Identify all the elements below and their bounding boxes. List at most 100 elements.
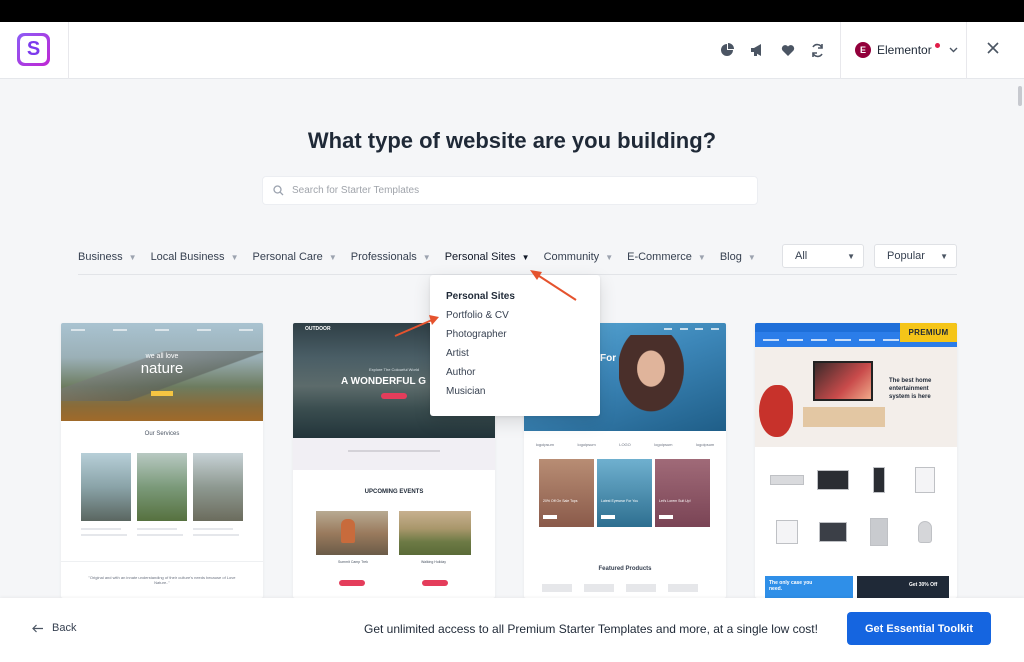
tab-label: Personal Sites <box>444 251 516 263</box>
close-icon[interactable] <box>986 41 1004 59</box>
back-button[interactable]: Back <box>32 622 76 634</box>
chevron-down-icon <box>949 47 958 53</box>
promo-tile: Latest Eyewear For You <box>597 459 652 527</box>
tab-label: Blog <box>719 251 742 263</box>
text-line <box>137 528 177 530</box>
search-input[interactable] <box>292 185 732 196</box>
hero-text: The best home entertainment system is he… <box>889 378 932 400</box>
template-preview-hero: The best home entertainment system is he… <box>755 347 957 447</box>
starter-templates-logo[interactable]: S <box>17 33 50 66</box>
events-heading: UPCOMING EVENTS <box>364 489 424 495</box>
heart-icon[interactable] <box>779 41 797 59</box>
dropdown-item-photographer[interactable]: Photographer <box>446 329 600 348</box>
tab-professionals[interactable]: Professionals ▼ <box>351 244 431 270</box>
promo-banner: Get 30% Off <box>857 576 949 598</box>
tab-personal-sites[interactable]: Personal Sites ▼ <box>444 244 530 276</box>
top-black-bar <box>0 0 1024 22</box>
category-tabs: Business ▼ Local Business ▼ Personal Care ▼… <box>78 244 770 276</box>
text-line <box>81 528 121 530</box>
intro-band <box>293 438 495 470</box>
brand-logo: LOGO <box>619 441 631 447</box>
product-thumb <box>668 584 698 592</box>
header-divider <box>966 22 967 79</box>
promo-banner: The only case you need. <box>765 576 853 598</box>
tab-label: Professionals <box>350 251 417 263</box>
template-preview-nav <box>664 328 719 331</box>
dropdown-item-artist[interactable]: Artist <box>446 348 600 367</box>
promo-tile-text: Let's Lorem Suit Up! <box>659 499 691 503</box>
footer-bar: Back Get unlimited access to all Premium… <box>0 598 1024 662</box>
page-builder-label: Elementor <box>877 43 932 57</box>
template-card-nature[interactable]: we all love nature Our Services "Origina… <box>61 323 263 598</box>
cabinet-shape <box>803 407 885 427</box>
sync-icon[interactable] <box>808 41 826 59</box>
product-thumb <box>542 584 572 592</box>
elementor-icon: E <box>855 42 871 58</box>
tv-shape <box>813 361 873 401</box>
sort-select[interactable]: Popular ▼ <box>874 244 957 268</box>
tab-business[interactable]: Business ▼ <box>78 244 137 270</box>
text-line <box>81 534 127 536</box>
event-caption: Summit Camp Trek <box>338 560 368 564</box>
event-image <box>399 511 471 555</box>
section-separator <box>61 561 263 562</box>
tab-local-business[interactable]: Local Business ▼ <box>151 244 239 270</box>
logo-area: S <box>0 22 69 79</box>
hiker-shape <box>341 519 355 543</box>
hero-headline: A WONDERFUL G <box>341 376 426 387</box>
hero-text: For <box>600 353 617 364</box>
product-thumb <box>861 515 897 549</box>
event-button-shape <box>339 580 365 586</box>
chevron-down-icon: ▼ <box>747 252 756 262</box>
get-essential-toolkit-button[interactable]: Get Essential Toolkit <box>847 612 991 645</box>
hero-button-shape <box>381 393 407 399</box>
product-thumb <box>815 463 851 497</box>
service-image <box>193 453 243 521</box>
dropdown-item-portfolio-cv[interactable]: Portfolio & CV <box>446 310 600 329</box>
template-preview-nav <box>71 329 253 335</box>
search-box[interactable] <box>262 176 758 205</box>
brand-logos-row: logoipsum logoipsum LOGO logoipsum logoi… <box>524 433 726 455</box>
tab-personal-care[interactable]: Personal Care ▼ <box>252 244 336 270</box>
header-divider <box>840 22 841 79</box>
template-logo-text: OUTDOOR <box>305 326 331 332</box>
scrollbar-thumb[interactable] <box>1018 86 1022 106</box>
product-thumb <box>584 584 614 592</box>
dropdown-item-musician[interactable]: Musician <box>446 386 600 405</box>
tab-blog[interactable]: Blog ▼ <box>720 244 756 270</box>
text-line <box>193 534 239 536</box>
testimonial-quote: "Original and with an innate understandi… <box>88 575 236 585</box>
text-line <box>137 534 183 536</box>
promo-tile-text: 20% Off On Sale Tops <box>543 499 578 503</box>
promo-tile-text: Latest Eyewear For You <box>601 499 639 503</box>
hero-small-text: we all love <box>145 353 179 360</box>
brand-logo: logoipsum <box>654 441 673 447</box>
chevron-down-icon: ▼ <box>422 252 431 262</box>
event-button-shape <box>422 580 448 586</box>
chevron-down-icon: ▼ <box>940 251 948 261</box>
promo-text: Get unlimited access to all Premium Star… <box>364 622 818 636</box>
dropdown-item-author[interactable]: Author <box>446 367 600 386</box>
megaphone-icon[interactable] <box>748 41 766 59</box>
arrow-left-icon <box>32 624 43 632</box>
tab-label: Business <box>78 251 123 263</box>
promo-tile-button <box>659 515 673 519</box>
pie-chart-icon[interactable] <box>718 41 736 59</box>
product-thumb <box>861 463 897 497</box>
template-card-electronics[interactable]: PREMIUM The best home entertainment syst… <box>755 323 957 598</box>
header: S E Elementor <box>0 22 1024 79</box>
chevron-down-icon: ▼ <box>847 251 855 261</box>
page-title: What type of website are you building? <box>307 128 717 153</box>
promo-tile-button <box>543 515 557 519</box>
promo-banner-text: The only case you need. <box>769 580 813 592</box>
page-builder-selector[interactable]: E Elementor <box>855 39 958 61</box>
tab-community[interactable]: Community ▼ <box>544 244 614 270</box>
decor-shape <box>759 385 793 437</box>
type-filter-select[interactable]: All ▼ <box>782 244 864 268</box>
dropdown-heading[interactable]: Personal Sites <box>446 291 600 310</box>
tab-label: Personal Care <box>252 251 323 263</box>
chevron-down-icon: ▼ <box>128 252 137 262</box>
featured-products-heading: Featured Products <box>598 566 652 572</box>
brand-logo: logoipsum <box>577 441 596 447</box>
tab-e-commerce[interactable]: E-Commerce ▼ <box>627 244 706 270</box>
